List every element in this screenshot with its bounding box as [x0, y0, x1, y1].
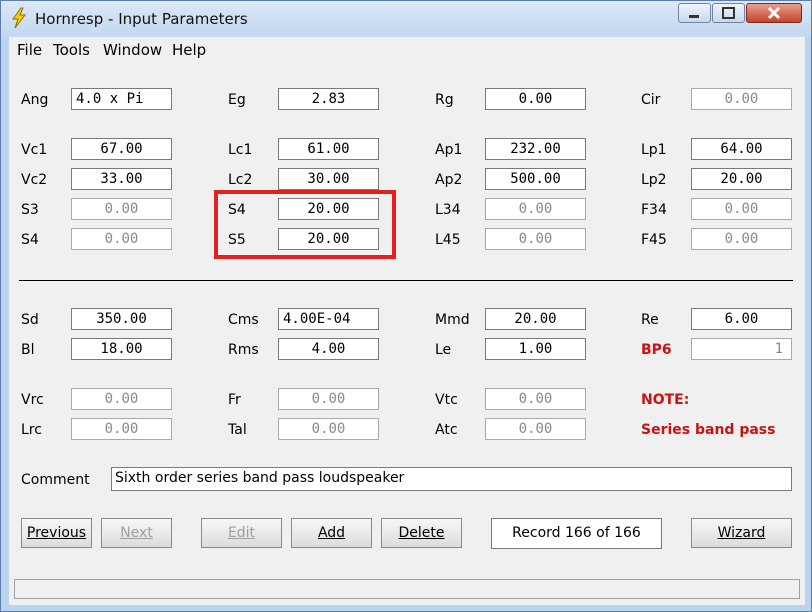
- minimize-button[interactable]: [678, 3, 711, 23]
- param-field-vrc[interactable]: 0.00: [71, 388, 172, 410]
- param-field-lp1[interactable]: 64.00: [691, 138, 792, 160]
- param-label: S3: [21, 202, 39, 218]
- param-field-cms[interactable]: 4.00E-04: [278, 308, 379, 330]
- wizard-button[interactable]: Wizard: [691, 518, 792, 548]
- menu-tools[interactable]: Tools: [53, 41, 90, 59]
- param-label: Ang: [21, 92, 49, 108]
- menu-bar: File Tools Window Help: [9, 37, 805, 61]
- note-text: Series band pass: [641, 422, 776, 438]
- param-field-lc1[interactable]: 61.00: [278, 138, 379, 160]
- param-label: Fr: [228, 392, 241, 408]
- param-field-s4-left[interactable]: 0.00: [71, 228, 172, 250]
- param-field-f45[interactable]: 0.00: [691, 228, 792, 250]
- param-label: S4: [21, 232, 39, 248]
- param-field-l45[interactable]: 0.00: [485, 228, 586, 250]
- param-field-lc2[interactable]: 30.00: [278, 168, 379, 190]
- param-field-lrc[interactable]: 0.00: [71, 418, 172, 440]
- param-field-l34[interactable]: 0.00: [485, 198, 586, 220]
- param-label: Ap2: [435, 172, 463, 188]
- param-label: L34: [435, 202, 461, 218]
- param-field-bp6[interactable]: 1: [691, 338, 792, 360]
- param-field-rg[interactable]: 0.00: [485, 88, 586, 110]
- param-field-vtc[interactable]: 0.00: [485, 388, 586, 410]
- param-field-vc1[interactable]: 67.00: [71, 138, 172, 160]
- status-bar: [9, 571, 805, 605]
- param-label: F34: [641, 202, 667, 218]
- param-field-ap1[interactable]: 232.00: [485, 138, 586, 160]
- param-field-sd[interactable]: 350.00: [71, 308, 172, 330]
- param-field-s3[interactable]: 0.00: [71, 198, 172, 220]
- delete-button[interactable]: Delete: [381, 518, 462, 548]
- lightning-icon: [12, 7, 27, 29]
- param-label: Le: [435, 342, 452, 358]
- param-label: Lc1: [228, 142, 253, 158]
- param-label: Mmd: [435, 312, 470, 328]
- param-label: Vtc: [435, 392, 458, 408]
- note-label: NOTE:: [641, 392, 690, 408]
- param-label: Cms: [228, 312, 259, 328]
- param-label-bp6: BP6: [641, 342, 672, 358]
- param-field-lp2[interactable]: 20.00: [691, 168, 792, 190]
- param-label: F45: [641, 232, 667, 248]
- param-label: Cir: [641, 92, 661, 108]
- param-label: Lp1: [641, 142, 667, 158]
- param-field-bl[interactable]: 18.00: [71, 338, 172, 360]
- param-field-ap2[interactable]: 500.00: [485, 168, 586, 190]
- param-label: Vc1: [21, 142, 48, 158]
- param-label: Eg: [228, 92, 246, 108]
- param-field-vc2[interactable]: 33.00: [71, 168, 172, 190]
- param-label: Sd: [21, 312, 39, 328]
- param-label: Lrc: [21, 422, 42, 438]
- param-field-atc[interactable]: 0.00: [485, 418, 586, 440]
- param-field-tal[interactable]: 0.00: [278, 418, 379, 440]
- param-field-cir[interactable]: 0.00: [691, 88, 792, 110]
- maximize-button[interactable]: [712, 3, 745, 23]
- param-field-eg[interactable]: 2.83: [278, 88, 379, 110]
- status-panel: [14, 579, 800, 599]
- menu-file[interactable]: File: [17, 41, 42, 59]
- minimize-icon: [689, 15, 699, 18]
- param-label: Ap1: [435, 142, 463, 158]
- param-field-re[interactable]: 6.00: [691, 308, 792, 330]
- param-field-f34[interactable]: 0.00: [691, 198, 792, 220]
- param-field-rms[interactable]: 4.00: [278, 338, 379, 360]
- highlight-box: [214, 190, 396, 259]
- previous-button[interactable]: Previous: [21, 518, 92, 548]
- input-parameters-panel: Ang 4.0 x Pi Eg 2.83 Rg 0.00 Cir 0.00 Vc…: [9, 61, 805, 571]
- edit-button[interactable]: Edit: [201, 518, 282, 548]
- param-label: L45: [435, 232, 461, 248]
- maximize-icon: [722, 7, 735, 19]
- param-label: Lc2: [228, 172, 253, 188]
- param-label: Lp2: [641, 172, 667, 188]
- param-field-mmd[interactable]: 20.00: [485, 308, 586, 330]
- comment-label: Comment: [21, 472, 90, 488]
- menu-window[interactable]: Window: [103, 41, 162, 59]
- menu-help[interactable]: Help: [172, 41, 206, 59]
- param-label: Rms: [228, 342, 259, 358]
- param-label: Tal: [228, 422, 247, 438]
- param-field-ang[interactable]: 4.0 x Pi: [71, 88, 172, 110]
- record-indicator: Record 166 of 166: [491, 518, 662, 549]
- param-label: Atc: [435, 422, 458, 438]
- param-field-le[interactable]: 1.00: [485, 338, 586, 360]
- param-label: Rg: [435, 92, 454, 108]
- param-field-fr[interactable]: 0.00: [278, 388, 379, 410]
- window-title: Hornresp - Input Parameters: [35, 10, 248, 28]
- hornresp-window: Hornresp - Input Parameters File Tools W…: [0, 0, 812, 612]
- close-icon: [767, 6, 781, 20]
- param-label: Bl: [21, 342, 35, 358]
- param-label: Vc2: [21, 172, 48, 188]
- add-button[interactable]: Add: [291, 518, 372, 548]
- param-label: Vrc: [21, 392, 44, 408]
- comment-field[interactable]: Sixth order series band pass loudspeaker: [111, 467, 792, 491]
- param-label: Re: [641, 312, 659, 328]
- close-button[interactable]: [746, 3, 802, 23]
- next-button[interactable]: Next: [101, 518, 172, 548]
- title-bar[interactable]: Hornresp - Input Parameters: [1, 1, 811, 37]
- section-divider: [19, 280, 793, 281]
